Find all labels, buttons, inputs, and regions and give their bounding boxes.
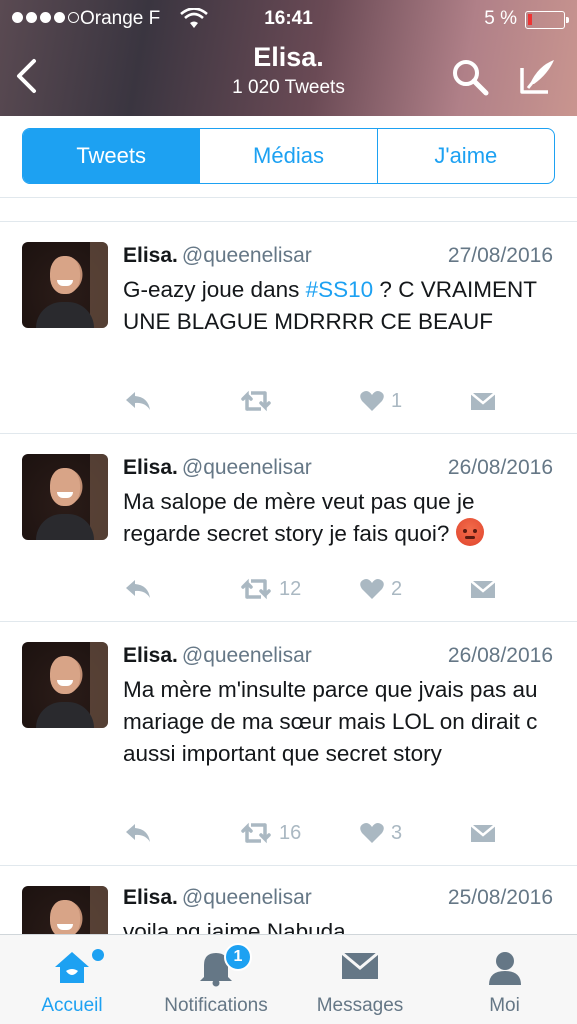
like-count: 3 <box>391 821 403 844</box>
profile-icon <box>487 949 523 993</box>
tab-me[interactable]: Moi <box>432 935 577 1024</box>
tweet-date: 26/08/2016 <box>447 644 553 667</box>
tweet-card[interactable]: Elisa. @queenelisar 26/08/2016 Ma salope … <box>0 434 577 622</box>
reply-icon[interactable] <box>123 818 153 848</box>
tweet-author-handle: @queenelisar <box>181 244 312 267</box>
tweet-author-name[interactable]: Elisa. <box>123 644 178 667</box>
compose-tweet-icon[interactable] <box>516 56 558 98</box>
retweet-icon <box>241 822 271 844</box>
segmented-control: Tweets Médias J'aime <box>22 128 555 184</box>
tab-home[interactable]: Accueil <box>0 935 144 1024</box>
tab-messages-label: Messages <box>316 995 404 1016</box>
heart-icon <box>360 391 384 411</box>
retweet-button[interactable]: 12 <box>239 574 301 604</box>
tab-notifications-label: Notifications <box>164 995 268 1016</box>
page-title: Elisa. <box>253 42 324 72</box>
tweet-actions: 16 3 <box>123 818 563 848</box>
tweet-actions: 1 <box>123 386 563 416</box>
notifications-badge: 1 <box>224 943 252 971</box>
tweet-author-handle: @queenelisar <box>181 886 312 909</box>
battery-percent: 5 % <box>484 8 517 29</box>
heart-icon <box>360 579 384 599</box>
battery-icon <box>525 11 569 29</box>
like-button[interactable]: 2 <box>359 574 402 604</box>
header-title-block: Elisa. 1 020 Tweets <box>0 42 577 99</box>
like-count: 1 <box>391 389 403 412</box>
tweet-actions: 12 2 <box>123 574 563 604</box>
tweet-card[interactable]: Elisa. @queenelisar 27/08/2016 G-eazy jou… <box>0 222 577 434</box>
profile-header: Orange F 16:41 5 % Elisa. 1 020 Tweets <box>0 0 577 116</box>
tweet-author-name[interactable]: Elisa. <box>123 886 178 909</box>
profile-tabs-bar: Tweets Médias J'aime <box>0 116 577 198</box>
like-button[interactable]: 1 <box>359 386 402 416</box>
tweet-author-name[interactable]: Elisa. <box>123 456 178 479</box>
tab-notifications[interactable]: 1 Notifications <box>144 935 288 1024</box>
tweet-text: Ma mère m'insulte parce que jvais pas au… <box>123 677 538 766</box>
tweet-card[interactable]: Elisa. @queenelisar 26/08/2016 Ma mère m'… <box>0 622 577 866</box>
tweet-author-name[interactable]: Elisa. <box>123 244 178 267</box>
heart-icon <box>360 823 384 843</box>
previous-tweet-edge <box>0 198 577 222</box>
avatar[interactable] <box>22 454 108 540</box>
angry-face-emoji-icon <box>455 518 484 546</box>
home-icon <box>52 949 92 991</box>
direct-message-icon[interactable] <box>469 574 497 604</box>
bottom-tab-bar: Accueil 1 Notifications Messages Moi <box>0 934 577 1024</box>
avatar[interactable] <box>22 242 108 328</box>
reply-icon[interactable] <box>123 386 153 416</box>
retweet-count: 12 <box>279 577 302 600</box>
retweet-icon <box>241 578 271 600</box>
retweet-button[interactable]: 16 <box>239 818 301 848</box>
direct-message-icon[interactable] <box>469 386 497 416</box>
status-bar: Orange F 16:41 5 % <box>0 6 577 32</box>
tweet-header: Elisa. @queenelisar <box>123 886 312 910</box>
tweet-header: Elisa. @queenelisar <box>123 644 312 668</box>
reply-icon[interactable] <box>123 574 153 604</box>
tab-likes[interactable]: J'aime <box>376 129 554 183</box>
tab-me-label: Moi <box>489 995 520 1016</box>
avatar[interactable] <box>22 642 108 728</box>
tweet-header: Elisa. @queenelisar <box>123 456 312 480</box>
hashtag-link[interactable]: #SS10 <box>306 277 374 302</box>
tweet-text: G-eazy joue dans #SS10 ? C VRAIMENT UNE … <box>123 277 537 334</box>
tweet-date: 25/08/2016 <box>447 886 553 909</box>
tweet-date: 27/08/2016 <box>447 244 553 267</box>
tweet-text: Ma salope de mère veut pas que je regard… <box>123 486 555 550</box>
tweet-author-handle: @queenelisar <box>181 644 312 667</box>
tab-messages[interactable]: Messages <box>288 935 432 1024</box>
retweet-count: 16 <box>279 821 302 844</box>
like-button[interactable]: 3 <box>359 818 402 848</box>
envelope-icon <box>340 949 380 987</box>
tab-media[interactable]: Médias <box>199 129 376 183</box>
tweet-date: 26/08/2016 <box>447 456 553 479</box>
like-count: 2 <box>391 577 403 600</box>
tab-tweets[interactable]: Tweets <box>23 129 200 183</box>
tweet-author-handle: @queenelisar <box>181 456 312 479</box>
tweet-count: 1 020 Tweets <box>232 77 345 98</box>
tab-home-label: Accueil <box>41 995 103 1016</box>
retweet-icon[interactable] <box>239 386 273 416</box>
new-content-dot <box>92 949 104 961</box>
search-icon[interactable] <box>450 57 490 97</box>
tweet-header: Elisa. @queenelisar <box>123 244 312 268</box>
direct-message-icon[interactable] <box>469 818 497 848</box>
